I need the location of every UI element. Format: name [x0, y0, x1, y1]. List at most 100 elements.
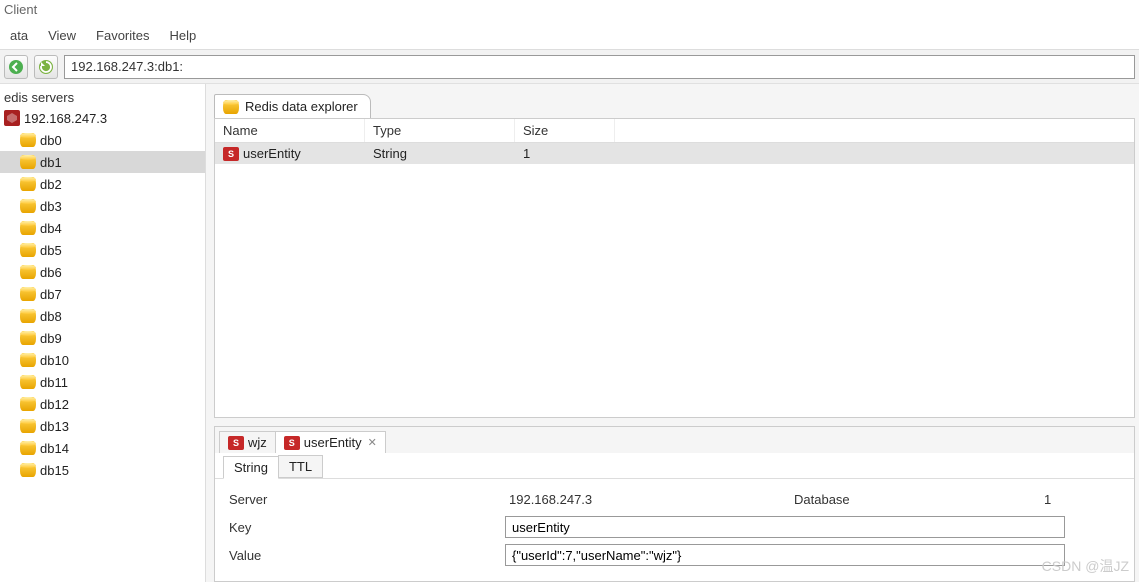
- detail-form: Server 192.168.247.3 Database 1 Key Valu…: [215, 479, 1134, 575]
- col-header-name[interactable]: Name: [215, 119, 365, 142]
- database-field-label: Database: [794, 492, 1044, 507]
- content-area: Redis data explorer Name Type Size userE…: [206, 84, 1139, 582]
- sidebar-heading: edis servers: [0, 88, 205, 107]
- refresh-icon: [38, 59, 54, 75]
- grid-header: Name Type Size: [215, 119, 1134, 143]
- db-label: db11: [40, 375, 68, 390]
- db-label: db9: [40, 331, 62, 346]
- database-icon: [20, 243, 36, 257]
- col-header-size[interactable]: Size: [515, 119, 615, 142]
- address-bar[interactable]: [64, 55, 1135, 79]
- db-label: db2: [40, 177, 62, 192]
- row-size: 1: [515, 143, 615, 164]
- database-field-value: 1: [1044, 492, 1124, 507]
- explorer-tab-row: Redis data explorer: [210, 90, 1139, 118]
- row-type: String: [365, 143, 515, 164]
- data-explorer: Name Type Size userEntity String1: [214, 118, 1135, 418]
- explorer-tab-label: Redis data explorer: [245, 99, 358, 114]
- string-type-icon: [223, 147, 239, 161]
- back-arrow-icon: [8, 59, 24, 75]
- db-label: db8: [40, 309, 62, 324]
- tree-db-db7[interactable]: db7: [0, 283, 205, 305]
- database-icon: [20, 177, 36, 191]
- menu-view[interactable]: View: [38, 26, 86, 45]
- row-name: userEntity: [243, 146, 301, 161]
- tree-db-db9[interactable]: db9: [0, 327, 205, 349]
- tree-db-db13[interactable]: db13: [0, 415, 205, 437]
- db-label: db13: [40, 419, 69, 434]
- detail-subtabs: String TTL: [215, 453, 1134, 479]
- window-title: Client: [0, 0, 1139, 22]
- detail-tab-wjz[interactable]: wjz: [219, 431, 276, 453]
- db-label: db10: [40, 353, 69, 368]
- explorer-tab[interactable]: Redis data explorer: [214, 94, 371, 118]
- db-label: db7: [40, 287, 62, 302]
- tree-db-db11[interactable]: db11: [0, 371, 205, 393]
- table-row[interactable]: userEntity String1: [215, 143, 1134, 164]
- database-icon: [20, 353, 36, 367]
- detail-tab-label: userEntity: [304, 435, 362, 450]
- sidebar: edis servers 192.168.247.3 db0 db1 db2 db3 d…: [0, 84, 206, 582]
- server-field-label: Server: [225, 492, 505, 507]
- string-type-icon: [284, 436, 300, 450]
- tree-db-db8[interactable]: db8: [0, 305, 205, 327]
- tree-db-db4[interactable]: db4: [0, 217, 205, 239]
- tree-db-db6[interactable]: db6: [0, 261, 205, 283]
- database-icon: [20, 441, 36, 455]
- database-icon: [20, 265, 36, 279]
- grid-body: userEntity String1: [215, 143, 1134, 417]
- tree-db-db0[interactable]: db0: [0, 129, 205, 151]
- database-icon: [223, 100, 239, 114]
- redis-icon: [4, 110, 20, 126]
- tree-db-db12[interactable]: db12: [0, 393, 205, 415]
- close-icon[interactable]: ✕: [368, 436, 377, 449]
- db-label: db14: [40, 441, 69, 456]
- key-field-label: Key: [225, 520, 505, 535]
- database-icon: [20, 397, 36, 411]
- tree-db-db15[interactable]: db15: [0, 459, 205, 481]
- tree-db-db3[interactable]: db3: [0, 195, 205, 217]
- menu-help[interactable]: Help: [160, 26, 207, 45]
- value-field-label: Value: [225, 548, 505, 563]
- tree-server-node[interactable]: 192.168.247.3: [0, 107, 205, 129]
- database-icon: [20, 331, 36, 345]
- db-label: db6: [40, 265, 62, 280]
- database-icon: [20, 309, 36, 323]
- menu-favorites[interactable]: Favorites: [86, 26, 159, 45]
- db-label: db4: [40, 221, 62, 236]
- tree-db-db10[interactable]: db10: [0, 349, 205, 371]
- server-label: 192.168.247.3: [24, 111, 107, 126]
- toolbar: [0, 50, 1139, 84]
- string-type-icon: [228, 436, 244, 450]
- menu-data[interactable]: ata: [0, 26, 38, 45]
- database-icon: [20, 199, 36, 213]
- back-button[interactable]: [4, 55, 28, 79]
- tree-db-db2[interactable]: db2: [0, 173, 205, 195]
- tree-db-db14[interactable]: db14: [0, 437, 205, 459]
- database-icon: [20, 155, 36, 169]
- db-label: db3: [40, 199, 62, 214]
- refresh-button[interactable]: [34, 55, 58, 79]
- detail-tabs: wjz userEntity ✕: [215, 427, 1134, 453]
- db-label: db0: [40, 133, 62, 148]
- server-field-value: 192.168.247.3: [505, 492, 794, 507]
- detail-tab-userEntity[interactable]: userEntity ✕: [275, 431, 386, 453]
- database-icon: [20, 375, 36, 389]
- col-header-type[interactable]: Type: [365, 119, 515, 142]
- database-icon: [20, 463, 36, 477]
- db-label: db12: [40, 397, 69, 412]
- menu-bar: ata View Favorites Help: [0, 22, 1139, 50]
- subtab-ttl[interactable]: TTL: [278, 455, 323, 478]
- db-label: db15: [40, 463, 69, 478]
- db-label: db1: [40, 155, 62, 170]
- key-input[interactable]: [505, 516, 1065, 538]
- server-tree: 192.168.247.3 db0 db1 db2 db3 db4 db5 db6 db7 db…: [0, 107, 205, 481]
- database-icon: [20, 287, 36, 301]
- detail-panel: wjz userEntity ✕ String TTL Server 192.168…: [214, 426, 1135, 582]
- tree-db-db5[interactable]: db5: [0, 239, 205, 261]
- tree-db-db1[interactable]: db1: [0, 151, 205, 173]
- subtab-string[interactable]: String: [223, 456, 279, 479]
- database-icon: [20, 419, 36, 433]
- value-input[interactable]: [505, 544, 1065, 566]
- database-icon: [20, 221, 36, 235]
